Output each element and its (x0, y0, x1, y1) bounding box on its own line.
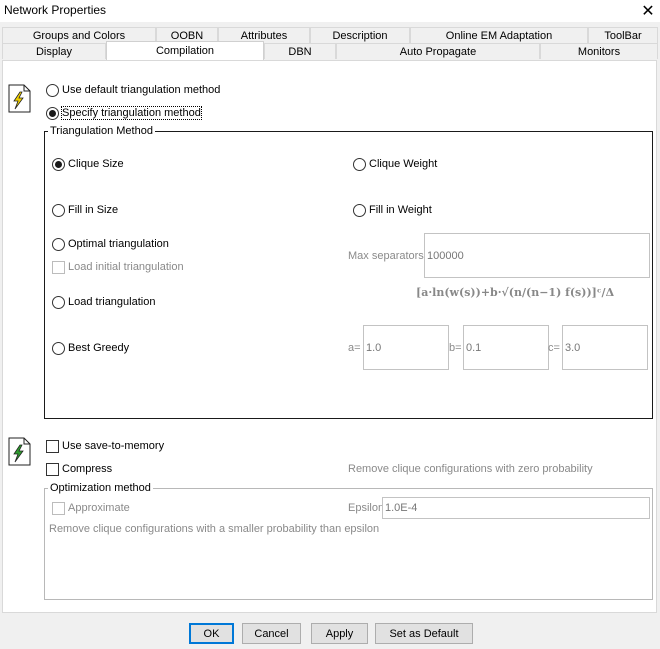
tab-label: DBN (288, 45, 312, 58)
optimal-triangulation-label: Optimal triangulation (68, 238, 169, 250)
window-title: Network Properties (4, 3, 107, 17)
use-default-label: Use default triangulation method (62, 84, 221, 96)
clique-size-radio[interactable] (52, 158, 65, 171)
fill-in-weight-radio[interactable] (353, 204, 366, 217)
lightning-document-icon (8, 84, 31, 113)
apply-button[interactable]: Apply (311, 623, 368, 644)
tab-label: OOBN (170, 29, 204, 42)
best-greedy-radio[interactable] (52, 342, 65, 355)
tab-auto-propagate[interactable]: Auto Propagate (336, 43, 540, 59)
tab-label: Groups and Colors (32, 29, 126, 42)
load-initial-triangulation-label: Load initial triangulation (68, 261, 184, 273)
tab-monitors[interactable]: Monitors (540, 43, 658, 59)
title-bar: Network Properties ✕ (0, 0, 660, 22)
a-field[interactable]: 1.0 (363, 325, 449, 370)
max-separators-value: 100000 (427, 249, 464, 262)
a-label: a= (348, 342, 361, 354)
optimization-method-legend: Optimization method (48, 482, 153, 494)
cancel-label: Cancel (254, 627, 289, 640)
cancel-button[interactable]: Cancel (242, 623, 301, 644)
c-label: c= (548, 342, 560, 354)
fill-in-size-label: Fill in Size (68, 204, 119, 216)
tab-label: Monitors (577, 45, 621, 58)
ok-button[interactable]: OK (189, 623, 234, 644)
close-button[interactable]: ✕ (636, 0, 660, 22)
triangulation-method-legend: Triangulation Method (48, 125, 155, 137)
weight-formula: [a·ln(w(s))+b·√(n/(n−1) f(s))]ᶜ/Δ (416, 286, 615, 299)
approximate-label: Approximate (68, 502, 130, 514)
load-triangulation-label: Load triangulation (68, 296, 156, 308)
close-icon: ✕ (641, 3, 655, 20)
remove-smaller-label: Remove clique configurations with a smal… (49, 523, 380, 535)
fill-in-size-radio[interactable] (52, 204, 65, 217)
max-separators-label: Max separators (348, 250, 424, 262)
compress-label: Compress (62, 463, 113, 475)
epsilon-value: 1.0E-4 (385, 502, 418, 514)
specify-method-radio[interactable] (46, 107, 59, 120)
save-to-memory-checkbox[interactable] (46, 440, 59, 453)
b-value: 0.1 (466, 341, 482, 354)
remove-zero-label: Remove clique configurations with zero p… (348, 463, 593, 475)
tab-label: Display (35, 45, 73, 58)
compress-checkbox[interactable] (46, 463, 59, 476)
b-label: b= (449, 342, 462, 354)
approximate-checkbox[interactable] (52, 502, 65, 515)
use-default-radio[interactable] (46, 84, 59, 97)
best-greedy-label: Best Greedy (68, 342, 130, 354)
set-as-default-label: Set as Default (389, 627, 459, 640)
tab-toolbar[interactable]: ToolBar (588, 27, 658, 43)
optimal-triangulation-radio[interactable] (52, 238, 65, 251)
c-value: 3.0 (565, 341, 581, 354)
load-triangulation-radio[interactable] (52, 296, 65, 309)
tab-label: ToolBar (604, 29, 642, 42)
epsilon-label: Epsilon (348, 502, 385, 514)
green-lightning-document-icon (8, 437, 31, 466)
load-initial-triangulation-checkbox[interactable] (52, 261, 65, 274)
epsilon-field[interactable]: 1.0E-4 (382, 497, 650, 519)
clique-weight-label: Clique Weight (369, 158, 438, 170)
set-as-default-button[interactable]: Set as Default (375, 623, 473, 644)
b-field[interactable]: 0.1 (463, 325, 549, 370)
tab-online-em-adaptation[interactable]: Online EM Adaptation (410, 27, 588, 43)
clique-weight-radio[interactable] (353, 158, 366, 171)
tab-dbn[interactable]: DBN (264, 43, 336, 59)
tab-label: Online EM Adaptation (445, 29, 553, 42)
tab-compilation[interactable]: Compilation (106, 41, 264, 60)
apply-label: Apply (325, 627, 354, 640)
tab-label: Description (332, 29, 388, 42)
tab-label: Auto Propagate (399, 45, 477, 58)
specify-method-label: Specify triangulation method (61, 106, 202, 120)
tab-label: Attributes (240, 29, 288, 42)
tab-description[interactable]: Description (310, 27, 410, 43)
save-to-memory-label: Use save-to-memory (62, 440, 165, 452)
clique-size-label: Clique Size (68, 158, 124, 170)
fill-in-weight-label: Fill in Weight (369, 204, 432, 216)
a-value: 1.0 (366, 341, 382, 354)
max-separators-field[interactable]: 100000 (424, 233, 650, 278)
c-field[interactable]: 3.0 (562, 325, 648, 370)
ok-label: OK (203, 627, 220, 640)
tab-display[interactable]: Display (2, 43, 106, 59)
tab-label: Compilation (155, 45, 215, 57)
